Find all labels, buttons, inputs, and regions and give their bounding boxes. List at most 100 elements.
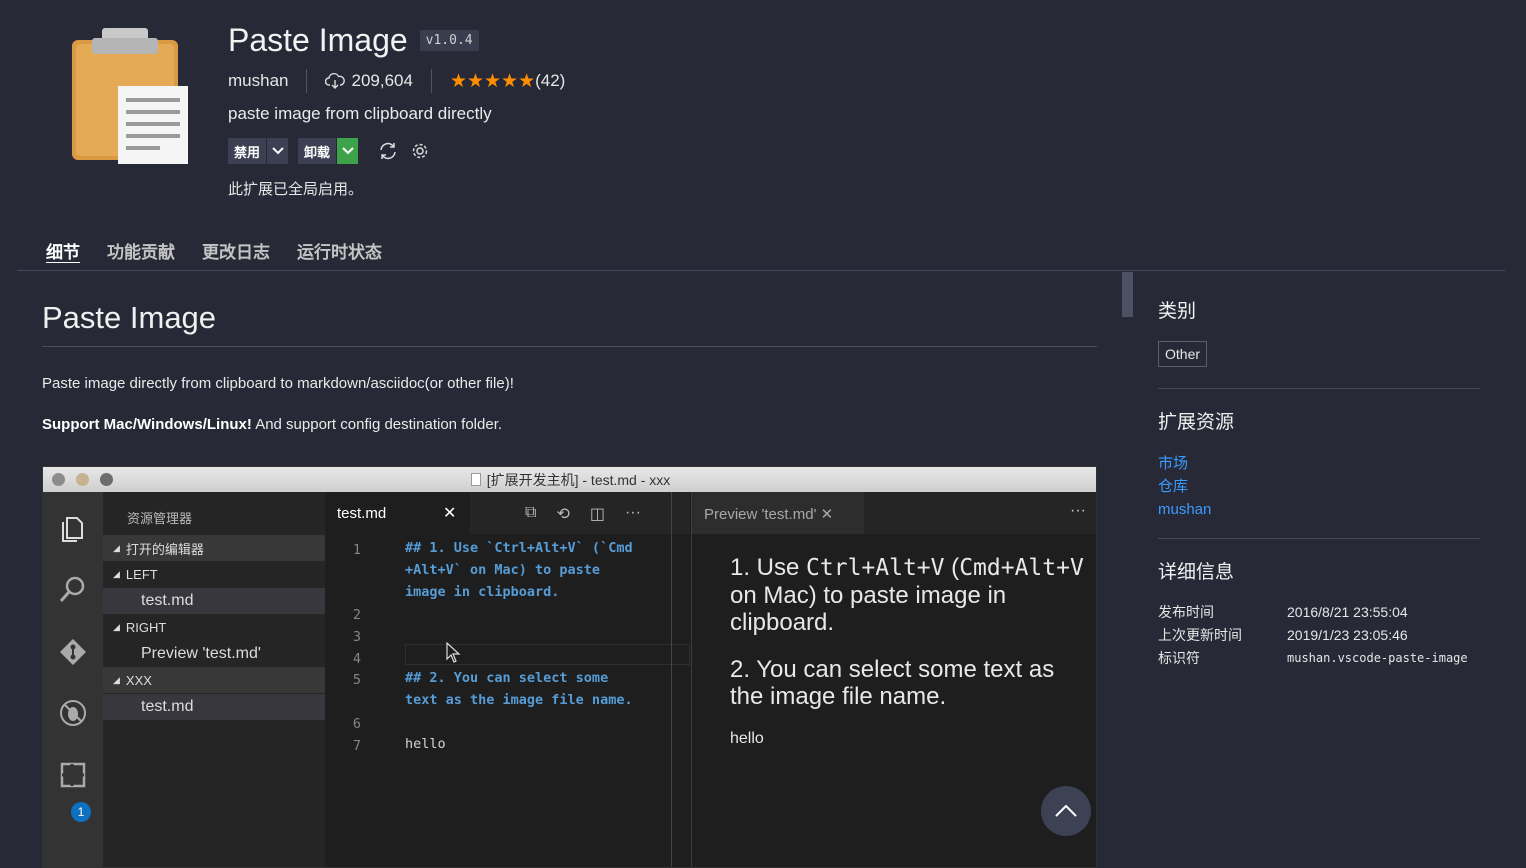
marketplace-link[interactable]: 市场 (1158, 452, 1480, 475)
meta-divider (306, 69, 308, 93)
readme-text: And support config destination folder. (251, 416, 503, 433)
maximize-dot-icon (100, 473, 113, 486)
sidebar-divider (1158, 388, 1480, 389)
open-changes-icon: ⟲ (556, 506, 570, 523)
preview-code: Cmd+Alt+V (959, 555, 1084, 581)
sync-icon[interactable] (376, 139, 400, 163)
detail-value: 2019/1/23 23:05:46 (1287, 627, 1408, 643)
tab-contributions[interactable]: 功能贡献 (107, 238, 175, 263)
detail-tabs: 细节 功能贡献 更改日志 运行时状态 (46, 238, 409, 263)
section-label: 打开的编辑器 (125, 541, 204, 557)
window-title: [扩展开发主机] - test.md - xxx (486, 471, 671, 488)
window-titlebar: [扩展开发主机] - test.md - xxx (43, 467, 1096, 492)
disable-button[interactable]: 禁用 (228, 138, 289, 164)
document-icon (470, 473, 481, 486)
minimize-dot-icon (76, 473, 89, 486)
uninstall-button[interactable]: 卸载 (298, 138, 359, 164)
preview-icon: ⧉ (525, 504, 537, 521)
version-badge: v1.0.4 (419, 29, 479, 51)
extension-detail-page: Paste Image v1.0.4 mushan 209,604 ★★★★★ … (0, 0, 1526, 868)
details-heading: 详细信息 (1158, 562, 1235, 583)
tab-changelog[interactable]: 更改日志 (202, 238, 270, 263)
git-icon (60, 639, 86, 665)
more-icon: ··· (1070, 502, 1086, 519)
code-line: ## 2. You can select some (405, 670, 609, 686)
split-editor-icon: ◫ (589, 506, 605, 523)
rating-count[interactable]: (42) (535, 71, 565, 91)
markdown-preview: Preview 'test.md' ✕ ··· 1. Use Ctrl+Alt+… (691, 492, 1096, 867)
line-number: 5 (352, 672, 361, 688)
detail-row: 发布时间 2016/8/21 23:55:04 (1158, 601, 1480, 624)
close-dot-icon (52, 473, 65, 486)
window-controls (52, 473, 124, 486)
open-editors-section: ◢ 打开的编辑器 (103, 535, 325, 561)
install-count: 209,604 (351, 71, 413, 90)
chevron-down-icon[interactable] (336, 138, 359, 164)
readme-paragraph: Support Mac/Windows/Linux! And support c… (42, 416, 1097, 433)
list-item: test.md (103, 694, 325, 720)
list-item: test.md (103, 588, 325, 614)
activity-bar: 1 (43, 492, 103, 867)
category-tag[interactable]: Other (1158, 341, 1208, 367)
code-line: +Alt+V` on Mac) to paste (405, 562, 601, 578)
detail-key: 标识符 (1158, 650, 1200, 666)
preview-tabs: Preview 'test.md' ✕ ··· (692, 492, 1096, 534)
editor-toolbar: ⧉ ⟲ ◫ ··· (525, 504, 661, 524)
uninstall-button-label[interactable]: 卸载 (298, 138, 337, 164)
preview-paragraph: hello (730, 730, 764, 747)
extension-description: paste image from clipboard directly (228, 104, 492, 123)
line-number: 2 (352, 607, 361, 623)
chevron-up-icon (1055, 805, 1077, 817)
group-label: RIGHT (125, 619, 167, 635)
details-list: 发布时间 2016/8/21 23:55:04 上次更新时间 2019/1/23 2… (1158, 601, 1480, 670)
triangle-icon: ◢ (113, 621, 120, 632)
notification-badge: 1 (71, 802, 91, 822)
readme-title: Paste Image (42, 300, 1097, 347)
readme-content: Paste Image Paste image directly from cl… (42, 300, 1097, 433)
resource-links: 市场 仓库 mushan (1158, 452, 1480, 521)
publisher-link[interactable]: mushan (228, 71, 288, 91)
list-item: Preview 'test.md' (141, 645, 261, 662)
triangle-icon: ◢ (113, 568, 120, 579)
extension-header: Paste Image v1.0.4 mushan 209,604 ★★★★★ … (228, 20, 565, 199)
readme-bold: Support Mac/Windows/Linux! (42, 416, 252, 433)
close-icon: ✕ (820, 506, 834, 523)
scroll-to-top-button[interactable] (1041, 786, 1091, 836)
editor-tab-label: test.md (337, 505, 387, 522)
meta-divider (430, 69, 432, 93)
chevron-down-icon[interactable] (266, 138, 289, 164)
preview-code: Ctrl+Alt+V (806, 555, 945, 581)
line-number: 4 (352, 651, 361, 667)
preview-text: 1. Use (730, 554, 807, 581)
debug-icon (60, 700, 86, 726)
readme-screenshot: [扩展开发主机] - test.md - xxx 1 资源管理器 ◢ 打开的编辑器… (42, 466, 1097, 868)
gear-icon[interactable] (408, 139, 432, 163)
rating-stars[interactable]: ★★★★★ (450, 70, 535, 93)
repository-link[interactable]: 仓库 (1158, 475, 1480, 498)
preview-paragraph: 2. You can select some text as the image… (730, 656, 1055, 710)
action-bar: 禁用 卸载 (228, 138, 565, 164)
code-line: hello (405, 736, 446, 752)
close-icon: ✕ (443, 505, 457, 522)
editor-tabs: test.md ✕ ⧉ ⟲ ◫ ··· (325, 492, 690, 534)
disable-button-label[interactable]: 禁用 (228, 138, 267, 164)
more-icon: ··· (624, 504, 641, 521)
line-number: 3 (352, 629, 361, 645)
tab-details[interactable]: 细节 (46, 238, 80, 263)
sidebar-divider (1158, 538, 1480, 539)
preview-tab: Preview 'test.md' ✕ (692, 492, 864, 534)
code-line: text as the image file name. (405, 692, 633, 708)
preview-body: 1. Use Ctrl+Alt+V (Cmd+Alt+V on Mac) to … (730, 554, 1090, 748)
group-left: ◢ LEFT (103, 561, 325, 587)
detail-value: mushan.vscode-paste-image (1287, 651, 1468, 665)
scrollbar-thumb[interactable] (1122, 272, 1133, 317)
publisher-link[interactable]: mushan (1158, 498, 1480, 521)
tabs-divider (17, 270, 1505, 271)
cloud-download-icon (325, 73, 346, 89)
detail-row: 标识符 mushan.vscode-paste-image (1158, 647, 1480, 670)
detail-value: 2016/8/21 23:55:04 (1287, 604, 1408, 620)
tab-runtime-status[interactable]: 运行时状态 (297, 238, 382, 263)
group-right: ◢ RIGHT (103, 614, 325, 640)
line-number: 7 (352, 738, 361, 754)
folder-section: ◢ XXX (103, 667, 325, 693)
